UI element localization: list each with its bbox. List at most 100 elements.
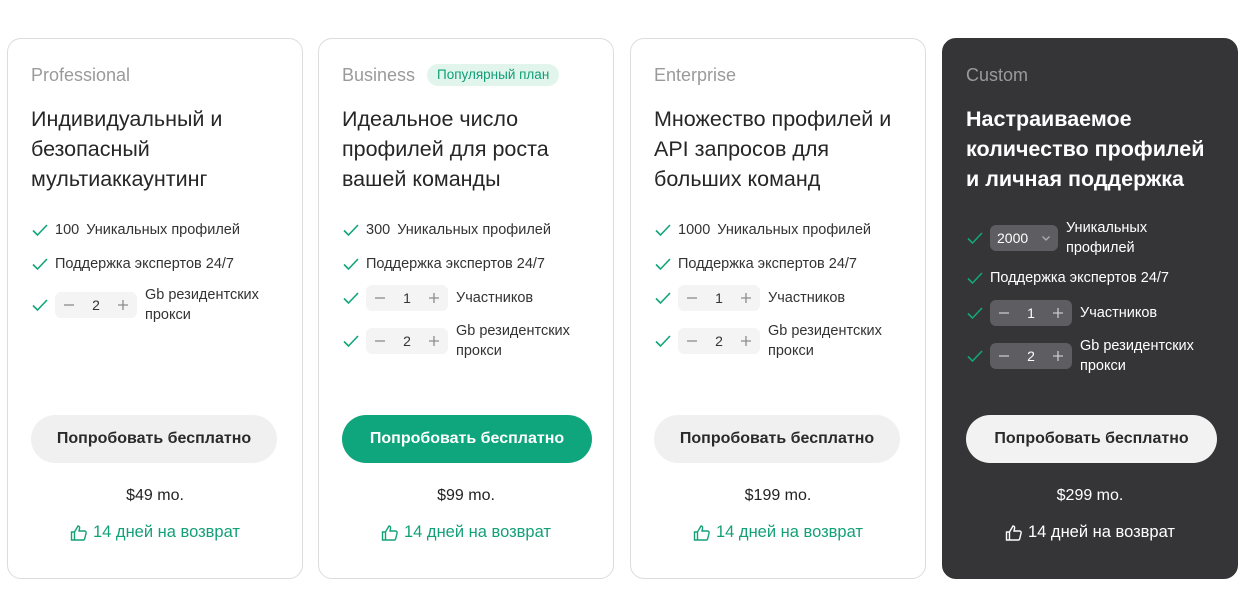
plus-icon[interactable]: [1050, 305, 1066, 321]
plus-icon[interactable]: [426, 333, 442, 349]
plan-card-custom: Custom Настраиваемое количество профилей…: [942, 38, 1238, 579]
members-stepper[interactable]: 1: [990, 300, 1072, 326]
plan-name: Business: [342, 65, 416, 85]
feature-members: 1 Участников: [966, 300, 1157, 326]
plus-icon[interactable]: [426, 290, 442, 306]
try-free-button[interactable]: Попробовать бесплатно: [342, 415, 592, 463]
check-icon: [967, 350, 983, 363]
profiles-count: 1000: [678, 222, 711, 238]
plus-icon[interactable]: [738, 290, 754, 306]
plan-price: $99 mo.: [437, 487, 495, 504]
check-icon: [343, 224, 359, 237]
refund-label: 14 дней на возврат: [93, 523, 240, 541]
check-icon: [655, 335, 671, 348]
plan-name: Professional: [31, 65, 131, 85]
members-value: 1: [1027, 305, 1035, 321]
proxy-stepper[interactable]: 2: [366, 328, 448, 354]
try-free-button[interactable]: Попробовать бесплатно: [654, 415, 900, 463]
plan-name: Enterprise: [654, 65, 737, 85]
refund-link[interactable]: 14 дней на возврат: [319, 523, 613, 542]
minus-icon[interactable]: [372, 333, 388, 349]
feature-profiles: 1000 Уникальных профилей: [654, 220, 871, 240]
feature-support: Поддержка экспертов 24/7: [31, 254, 234, 274]
feature-members: 1 Участников: [654, 285, 845, 311]
feature-profiles: 2000 Уникальных профилей: [966, 218, 1156, 258]
proxy-value: 2: [715, 333, 723, 349]
minus-icon[interactable]: [372, 290, 388, 306]
check-icon: [32, 224, 48, 237]
feature-proxy: 2 Gb резидентских прокси: [31, 285, 280, 325]
minus-icon[interactable]: [684, 290, 700, 306]
feature-label: Gb резидентских прокси: [145, 287, 259, 323]
members-value: 1: [715, 290, 723, 306]
feature-support: Поддержка экспертов 24/7: [966, 268, 1169, 288]
plus-icon[interactable]: [738, 333, 754, 349]
check-icon: [343, 335, 359, 348]
check-icon: [343, 292, 359, 305]
feature-label: Уникальных профилей: [86, 222, 240, 238]
minus-icon[interactable]: [996, 305, 1012, 321]
plan-price: $199 mo.: [744, 487, 812, 504]
minus-icon[interactable]: [996, 348, 1012, 364]
profiles-select[interactable]: 2000: [990, 225, 1058, 251]
profiles-count: 300: [366, 222, 391, 238]
feature-label: Поддержка экспертов 24/7: [366, 256, 545, 272]
proxy-value: 2: [92, 297, 100, 313]
feature-label: Поддержка экспертов 24/7: [678, 256, 857, 272]
plan-headline: Идеальное число профилей для роста вашей…: [342, 107, 549, 191]
minus-icon[interactable]: [61, 297, 77, 313]
proxy-value: 2: [403, 333, 411, 349]
minus-icon[interactable]: [684, 333, 700, 349]
feature-support: Поддержка экспертов 24/7: [342, 254, 545, 274]
feature-label: Уникальных профилей: [717, 222, 872, 238]
plus-icon[interactable]: [1050, 348, 1066, 364]
feature-label: Поддержка экспертов 24/7: [990, 270, 1169, 286]
feature-proxy: 2 Gb резидентских прокси: [966, 336, 1215, 376]
plan-headline: Индивидуальный и безопасный мультиаккаун…: [31, 107, 223, 191]
plan-card-enterprise: Enterprise Множество профилей и API запр…: [630, 38, 926, 579]
try-free-button[interactable]: Попробовать бесплатно: [31, 415, 277, 463]
refund-label: 14 дней на возврат: [1028, 523, 1175, 541]
feature-label: Gb резидентских прокси: [1080, 338, 1194, 374]
thumbs-up-icon: [1005, 524, 1022, 541]
feature-profiles: 100 Уникальных профилей: [31, 220, 240, 240]
proxy-value: 2: [1027, 348, 1035, 364]
check-icon: [655, 258, 671, 271]
feature-label: Поддержка экспертов 24/7: [55, 256, 234, 272]
plan-card-business: Business Популярный план Идеальное число…: [318, 38, 614, 579]
check-icon: [967, 232, 983, 245]
refund-link[interactable]: 14 дней на возврат: [943, 523, 1237, 542]
plan-price: $299 mo.: [1056, 487, 1124, 504]
check-icon: [343, 258, 359, 271]
plan-card-professional: Professional Индивидуальный и безопасный…: [7, 38, 303, 579]
chevron-down-icon: [1042, 236, 1050, 241]
proxy-stepper[interactable]: 2: [678, 328, 760, 354]
plus-icon[interactable]: [115, 297, 131, 313]
members-value: 1: [403, 290, 411, 306]
plan-headline: Настраиваемое количество профилей и личн…: [966, 107, 1205, 191]
feature-proxy: 2 Gb резидентских прокси: [654, 321, 903, 361]
proxy-stepper[interactable]: 2: [990, 343, 1072, 369]
feature-label: Участников: [1080, 305, 1158, 321]
refund-link[interactable]: 14 дней на возврат: [8, 523, 302, 542]
proxy-stepper[interactable]: 2: [55, 292, 137, 318]
try-free-button[interactable]: Попробовать бесплатно: [966, 415, 1217, 463]
check-icon: [655, 224, 671, 237]
profiles-value: 2000: [997, 230, 1029, 246]
members-stepper[interactable]: 1: [678, 285, 760, 311]
feature-label: Gb резидентских прокси: [768, 323, 882, 359]
thumbs-up-icon: [381, 524, 398, 541]
popular-badge: Популярный план: [427, 64, 560, 86]
feature-members: 1 Участников: [342, 285, 533, 311]
check-icon: [32, 299, 48, 312]
plan-price: $49 mo.: [126, 487, 184, 504]
feature-label: Уникальных профилей: [1066, 220, 1148, 256]
feature-profiles: 300 Уникальных профилей: [342, 220, 551, 240]
members-stepper[interactable]: 1: [366, 285, 448, 311]
feature-support: Поддержка экспертов 24/7: [654, 254, 857, 274]
feature-proxy: 2 Gb резидентских прокси: [342, 321, 591, 361]
check-icon: [967, 307, 983, 320]
feature-label: Gb резидентских прокси: [456, 323, 570, 359]
refund-link[interactable]: 14 дней на возврат: [631, 523, 925, 542]
thumbs-up-icon: [70, 524, 87, 541]
